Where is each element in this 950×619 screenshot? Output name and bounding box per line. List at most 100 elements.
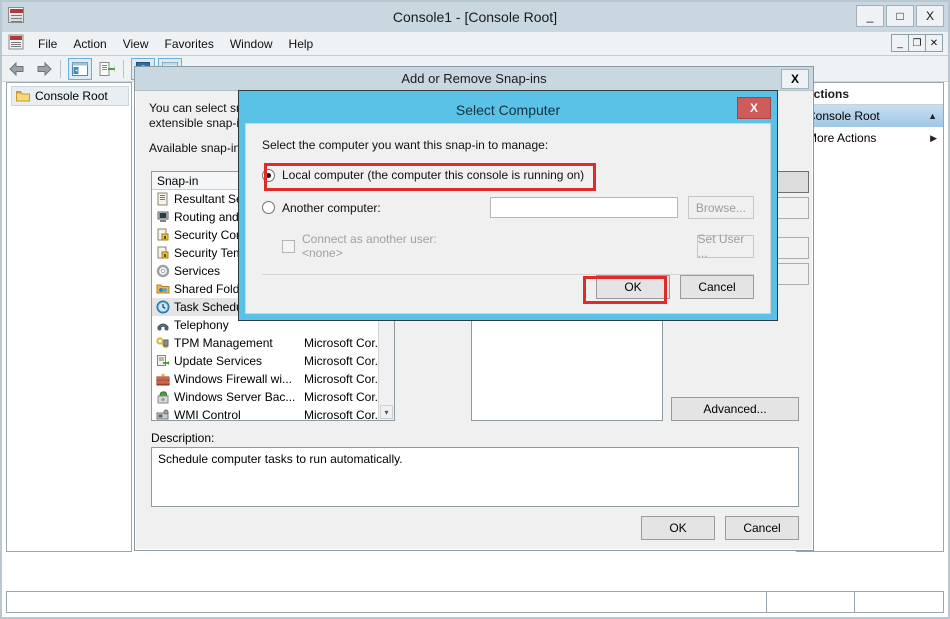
chevron-up-icon: ▲ — [928, 111, 937, 121]
snapin-name: Windows Server Bac... — [174, 390, 296, 404]
mmc-menu-icon — [8, 34, 24, 53]
local-computer-option[interactable]: Local computer (the computer this consol… — [262, 168, 754, 182]
telephony-icon — [156, 318, 170, 332]
description-label: Description: — [151, 431, 215, 445]
menu-action[interactable]: Action — [65, 34, 114, 54]
snapins-ok-button[interactable]: OK — [641, 516, 715, 540]
snapin-name: WMI Control — [174, 408, 241, 421]
toolbar-separator-2 — [123, 59, 124, 78]
select-computer-body: Select the computer you want this snap-i… — [245, 123, 771, 314]
maximize-button[interactable]: □ — [886, 5, 914, 27]
export-list-icon[interactable] — [95, 58, 119, 80]
select-computer-ok-button[interactable]: OK — [596, 275, 670, 299]
chevron-right-icon: ▶ — [930, 132, 937, 143]
wmi-control-icon — [156, 408, 170, 420]
menu-window[interactable]: Window — [222, 34, 281, 54]
connect-as-user-label: Connect as another user: <none> — [302, 232, 437, 260]
move-down-button[interactable] — [775, 263, 809, 285]
connect-as-another-user-option[interactable]: Connect as another user: <none> — [262, 232, 465, 260]
another-computer-radio[interactable] — [262, 201, 275, 214]
another-computer-label: Another computer: — [282, 200, 381, 215]
window-controls: _ □ X — [856, 5, 944, 27]
action-label: More Actions — [807, 131, 877, 145]
snapins-dialog-footer: OK Cancel — [641, 516, 799, 540]
select-computer-dialog: Select Computer X Select the computer yo… — [238, 90, 778, 321]
select-computer-title: Select Computer — [455, 102, 561, 118]
console-tree-pane: Console Root — [6, 82, 132, 552]
menubar: File Action View Favorites Window Help _… — [2, 32, 948, 56]
mmc-console-icon — [8, 7, 28, 27]
snapin-name: Telephony — [174, 318, 229, 332]
minimize-button[interactable]: _ — [856, 5, 884, 27]
resultant-set-icon — [156, 192, 170, 206]
show-hide-tree-icon[interactable] — [68, 57, 92, 80]
mdi-restore-button[interactable]: ❐ — [908, 34, 926, 52]
snapin-name: TPM Management — [174, 336, 273, 350]
back-icon[interactable] — [5, 58, 29, 80]
snapin-name: Services — [174, 264, 221, 278]
list-item[interactable]: Update Services Microsoft Cor... — [152, 352, 394, 370]
list-item[interactable]: WMI Control Microsoft Cor... — [152, 406, 394, 421]
action-row-console-root[interactable]: Console Root ▲ — [797, 105, 943, 127]
select-computer-cancel-button[interactable]: Cancel — [680, 275, 754, 299]
menu-help[interactable]: Help — [281, 34, 322, 54]
description-box: Schedule computer tasks to run automatic… — [151, 447, 799, 507]
windows-firewall-icon — [156, 372, 170, 386]
move-up-button[interactable] — [775, 237, 809, 259]
services-icon — [156, 264, 170, 278]
task-scheduler-icon — [156, 300, 170, 314]
remove-snapin-button[interactable] — [775, 197, 809, 219]
select-computer-footer: OK Cancel — [596, 275, 754, 299]
list-item[interactable]: Windows Server Bac... Microsoft Cor... — [152, 388, 394, 406]
tree-item-label: Console Root — [35, 89, 108, 103]
menu-file[interactable]: File — [30, 34, 65, 54]
another-computer-input[interactable] — [489, 197, 678, 218]
set-user-button[interactable]: Set User ... — [696, 232, 754, 260]
snapin-action-buttons — [775, 171, 809, 289]
another-computer-option[interactable]: Another computer: — [262, 201, 490, 215]
list-item[interactable]: Windows Firewall wi... Microsoft Cor... — [152, 370, 394, 388]
close-button[interactable]: X — [916, 5, 944, 27]
list-item[interactable]: TPM Management Microsoft Cor... — [152, 334, 394, 352]
mdi-close-button[interactable]: ✕ — [925, 34, 943, 52]
mmc-console-window: Console1 - [Console Root] _ □ X File Act… — [0, 0, 950, 619]
security-configuration-icon — [156, 228, 170, 242]
local-computer-label: Local computer (the computer this consol… — [282, 168, 585, 182]
description-text: Schedule computer tasks to run automatic… — [158, 452, 403, 466]
security-templates-icon — [156, 246, 170, 260]
add-snapin-button[interactable] — [775, 171, 809, 193]
snapins-cancel-button[interactable]: Cancel — [725, 516, 799, 540]
snapin-name: Windows Firewall wi... — [174, 372, 293, 386]
action-label: Console Root — [807, 109, 880, 123]
shared-folders-icon — [156, 282, 170, 296]
snapins-dialog-title: Add or Remove Snap-ins — [401, 71, 547, 86]
mdi-window-controls: _ ❐ ✕ — [891, 34, 943, 52]
select-computer-close-button[interactable]: X — [737, 97, 771, 119]
mdi-minimize-button[interactable]: _ — [891, 34, 909, 52]
menu-view[interactable]: View — [115, 34, 157, 54]
forward-icon[interactable] — [32, 58, 56, 80]
connect-as-user-checkbox[interactable] — [282, 239, 295, 253]
action-row-more-actions[interactable]: More Actions ▶ — [797, 127, 943, 149]
tpm-management-icon — [156, 336, 170, 350]
status-cell-3 — [855, 592, 943, 612]
browse-button[interactable]: Browse... — [687, 196, 754, 219]
menu-favorites[interactable]: Favorites — [157, 34, 222, 54]
toolbar-separator-1 — [60, 59, 61, 78]
local-computer-radio[interactable] — [262, 168, 275, 182]
advanced-button[interactable]: Advanced... — [671, 397, 799, 421]
routing-remote-access-icon — [156, 210, 170, 224]
status-cell-main — [7, 592, 767, 612]
status-bar — [6, 591, 944, 613]
tree-item-console-root[interactable]: Console Root — [11, 86, 129, 106]
window-titlebar: Console1 - [Console Root] _ □ X — [2, 2, 948, 32]
scroll-down-icon[interactable]: ▾ — [380, 405, 393, 419]
windows-server-backup-icon — [156, 390, 170, 404]
select-computer-prompt: Select the computer you want this snap-i… — [262, 138, 549, 152]
folder-icon — [16, 90, 30, 102]
actions-pane-header: Actions — [797, 83, 943, 105]
update-services-icon — [156, 354, 170, 368]
snapins-close-button[interactable]: X — [781, 69, 809, 89]
window-title: Console1 - [Console Root] — [392, 9, 558, 25]
snapin-name: Update Services — [174, 354, 263, 368]
